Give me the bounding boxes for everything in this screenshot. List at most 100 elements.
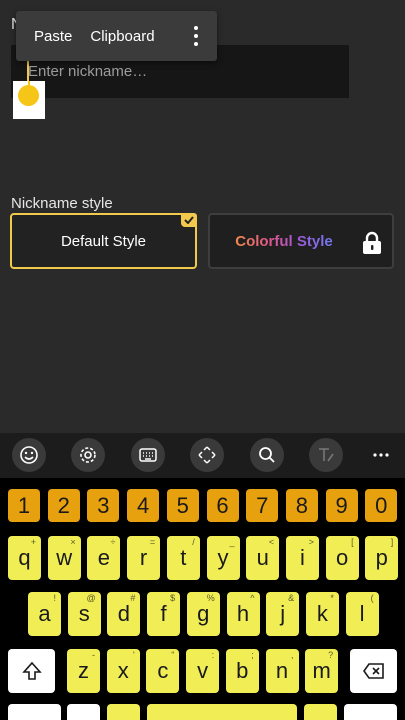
key-u-label: u (256, 545, 269, 570)
number-key-7[interactable]: 7 (246, 489, 279, 522)
key-p-hint: ] (390, 537, 394, 547)
key-v-label: v (197, 658, 209, 683)
key-z-hint: - (92, 650, 95, 660)
key-l[interactable]: l( (345, 592, 379, 636)
check-icon (181, 213, 197, 227)
key-d-hint: # (130, 593, 136, 603)
key-o[interactable]: o[ (325, 536, 359, 580)
key-i[interactable]: i > (285, 536, 319, 580)
key-w-hint: × (70, 537, 76, 547)
key-b-label: b (236, 658, 249, 683)
key-j-label: j (280, 601, 286, 626)
text-context-menu: Paste Clipboard (16, 11, 217, 61)
key-n-hint: , (290, 650, 294, 660)
key-x-label: x (117, 658, 129, 683)
key-t-label: t (180, 545, 187, 570)
key-u-hint: < (268, 537, 275, 547)
symbols-key[interactable] (8, 704, 61, 720)
search-icon[interactable] (250, 438, 284, 472)
number-key-9[interactable]: 9 (325, 489, 358, 522)
key-e-hint: ÷ (110, 537, 116, 547)
period-key[interactable] (304, 704, 337, 720)
keyboard: 1234567890 q + w × e ÷ r = t / y _ u < i > o[p] a! s @ d # f $… (0, 478, 405, 720)
number-key-6[interactable]: 6 (206, 489, 239, 522)
cursor-handle[interactable] (13, 81, 45, 119)
clipboard-button[interactable]: Clipboard (81, 28, 163, 45)
number-key-8[interactable]: 8 (285, 489, 318, 522)
key-l-hint: ( (370, 593, 374, 603)
key-k-label: k (316, 601, 328, 626)
settings-icon[interactable] (71, 438, 105, 472)
number-key-6-label: 6 (216, 492, 229, 518)
key-p[interactable]: p] (365, 536, 399, 580)
text-cursor (27, 60, 29, 82)
backspace-icon (362, 663, 384, 679)
key-f[interactable]: f $ (147, 592, 181, 636)
key-z[interactable]: z- (67, 649, 100, 693)
emoji-icon[interactable] (12, 438, 46, 472)
space-key[interactable] (147, 704, 297, 720)
number-key-9-label: 9 (335, 492, 348, 518)
key-w[interactable]: w × (47, 536, 81, 580)
key-y-label: y (217, 545, 229, 570)
key-h-label: h (236, 601, 250, 626)
paste-button[interactable]: Paste (16, 28, 81, 45)
move-icon[interactable] (190, 438, 224, 472)
shift-key[interactable] (8, 649, 55, 693)
enter-key[interactable] (344, 704, 397, 720)
key-i-hint: > (308, 537, 314, 547)
key-m-label: m (312, 658, 331, 683)
key-y[interactable]: y _ (206, 536, 240, 580)
handwriting-icon[interactable] (309, 438, 343, 472)
key-e-label: e (97, 545, 111, 570)
more-horizontal-icon[interactable] (364, 438, 398, 472)
number-key-0[interactable]: 0 (365, 489, 398, 522)
key-x[interactable]: x ' (106, 649, 140, 693)
key-f-label: f (160, 601, 167, 626)
key-c[interactable]: c " (146, 649, 180, 693)
backspace-key[interactable] (350, 649, 397, 693)
number-key-1[interactable]: 1 (8, 489, 40, 522)
key-e[interactable]: e ÷ (87, 536, 121, 580)
style-label: Nickname style (11, 195, 113, 212)
keyboard-icon[interactable] (131, 438, 165, 472)
globe-key[interactable] (67, 704, 100, 720)
key-a[interactable]: a! (28, 592, 61, 636)
key-v[interactable]: v: (186, 649, 220, 693)
key-r[interactable]: r = (127, 536, 161, 580)
comma-key[interactable] (107, 704, 140, 720)
number-key-5-label: 5 (176, 492, 189, 518)
key-u[interactable]: u < (246, 536, 280, 580)
key-r-label: r (139, 545, 148, 570)
key-g[interactable]: g% (186, 592, 220, 636)
key-k[interactable]: k * (305, 592, 339, 636)
cursor-handle-icon (18, 85, 39, 106)
key-o-label: o (335, 545, 349, 570)
number-key-5[interactable]: 5 (166, 489, 199, 522)
key-x-hint: ' (132, 650, 135, 660)
number-key-2[interactable]: 2 (47, 489, 80, 522)
number-key-4[interactable]: 4 (127, 489, 160, 522)
key-h[interactable]: h ^ (226, 592, 260, 636)
key-s[interactable]: s @ (67, 592, 101, 636)
key-d[interactable]: d # (107, 592, 141, 636)
key-n[interactable]: n, (265, 649, 299, 693)
key-j[interactable]: j & (266, 592, 300, 636)
key-j-hint: & (288, 593, 295, 603)
default-style-option[interactable]: Default Style (10, 213, 197, 269)
key-q-hint: + (30, 537, 36, 547)
key-b-hint: ; (251, 650, 254, 660)
key-m[interactable]: m? (305, 649, 339, 693)
key-l-label: l (359, 601, 365, 626)
number-key-0-label: 0 (375, 492, 388, 518)
more-vertical-icon[interactable] (193, 26, 199, 46)
key-g-hint: % (206, 593, 215, 603)
key-g-label: g (197, 601, 210, 626)
key-t[interactable]: t / (166, 536, 200, 580)
key-q[interactable]: q + (8, 536, 41, 580)
key-b[interactable]: b; (225, 649, 259, 693)
number-key-8-label: 8 (295, 492, 309, 518)
number-key-3[interactable]: 3 (87, 489, 120, 522)
colorful-style-option[interactable]: Colorful Style (208, 213, 394, 269)
key-t-hint: / (192, 537, 195, 547)
